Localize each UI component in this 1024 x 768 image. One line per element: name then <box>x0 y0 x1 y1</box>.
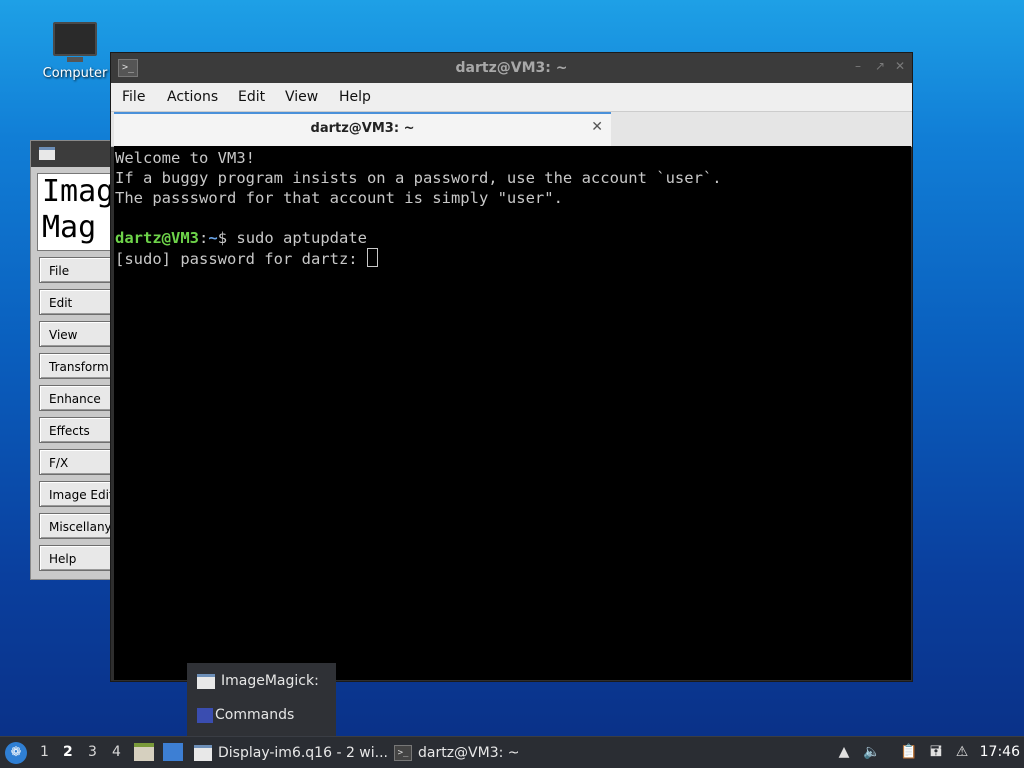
tab-close-icon[interactable]: ✕ <box>591 119 603 135</box>
terminal-tabbar: dartz@VM3: ~ ✕ <box>111 112 912 147</box>
workspace-3[interactable]: 3 <box>88 744 97 760</box>
prompt-separator: : <box>199 229 209 247</box>
output-line: If a buggy program insists on a password… <box>115 169 722 187</box>
tray-arrow-icon[interactable]: ▲ <box>834 742 854 762</box>
window-icon <box>194 745 212 761</box>
menu-help[interactable]: Help <box>339 89 371 105</box>
file-manager-icon[interactable] <box>134 743 154 761</box>
terminal-menubar: File Actions Edit View Help <box>111 83 912 112</box>
terminal-tab[interactable]: dartz@VM3: ~ ✕ <box>114 112 611 146</box>
prompt-symbol: $ <box>217 229 237 247</box>
workspace-4[interactable]: 4 <box>112 744 121 760</box>
terminal-title: dartz@VM3: ~ <box>455 60 568 76</box>
imagemagick-app-icon <box>197 708 213 723</box>
computer-label: Computer <box>42 66 108 81</box>
terminal-titlebar[interactable]: >_ dartz@VM3: ~ – ↗ ✕ <box>111 53 912 83</box>
typed-command: sudo aptupdate <box>236 229 368 247</box>
clipboard-icon[interactable]: 📋 <box>899 742 919 762</box>
tab-label: dartz@VM3: ~ <box>310 121 415 136</box>
workspace-2[interactable]: 2 <box>63 744 73 760</box>
workspace-1[interactable]: 1 <box>40 744 49 760</box>
task-terminal[interactable]: >_ dartz@VM3: ~ <box>394 742 520 764</box>
notification-icon[interactable]: ⚠ <box>952 742 972 762</box>
minimize-icon[interactable]: – <box>851 59 865 73</box>
window-icon <box>197 674 215 689</box>
monitor-icon <box>53 22 97 62</box>
maximize-icon[interactable]: ↗ <box>873 59 887 73</box>
popup-item-label: ImageMagick: <box>221 673 319 689</box>
task-imagemagick[interactable]: Display-im6.q16 - 2 wi... <box>194 742 388 764</box>
menu-edit[interactable]: Edit <box>238 89 265 105</box>
task-label: Display-im6.q16 - 2 wi... <box>218 745 388 761</box>
output-line: The passsword for that account is simply… <box>115 189 563 207</box>
menu-file[interactable]: File <box>122 89 145 105</box>
start-menu-icon[interactable]: ❁ <box>5 742 27 764</box>
computer-desktop-icon[interactable]: Computer <box>36 22 114 81</box>
terminal-icon: >_ <box>394 745 412 761</box>
output-line: Welcome to VM3! <box>115 149 255 167</box>
menu-actions[interactable]: Actions <box>167 89 218 105</box>
sudo-prompt: [sudo] password for dartz: <box>115 250 367 268</box>
volume-icon[interactable]: 🔈 <box>862 742 882 762</box>
popup-item-label: Commands <box>215 707 295 723</box>
close-icon[interactable]: ✕ <box>893 59 907 73</box>
terminal-output[interactable]: Welcome to VM3! If a buggy program insis… <box>114 146 911 680</box>
prompt-path: ~ <box>208 229 218 247</box>
task-label: dartz@VM3: ~ <box>418 745 520 761</box>
terminal-window: >_ dartz@VM3: ~ – ↗ ✕ File Actions Edit … <box>110 52 913 682</box>
taskbar-group-popup: ImageMagick: Commands <box>187 663 336 736</box>
prompt-user: dartz@VM3 <box>115 229 199 247</box>
text-cursor <box>366 248 378 267</box>
taskbar: ❁ 1 2 3 4 Display-im6.q16 - 2 wi... >_ d… <box>0 736 1024 768</box>
menu-view[interactable]: View <box>285 89 318 105</box>
network-icon[interactable]: 🖬 <box>926 742 946 762</box>
clock[interactable]: 17:46 <box>980 744 1020 760</box>
window-icon <box>39 147 55 160</box>
show-desktop-icon[interactable] <box>163 743 183 761</box>
